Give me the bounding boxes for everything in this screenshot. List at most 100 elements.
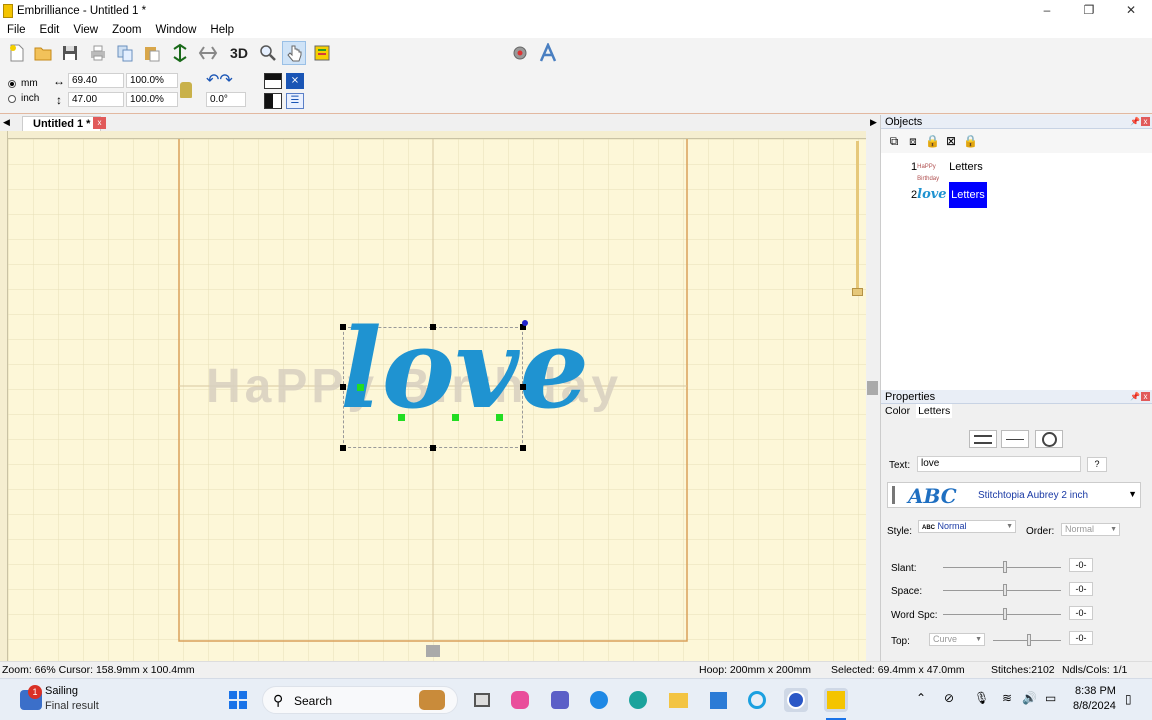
start-button[interactable] — [226, 688, 250, 712]
app-button-blue[interactable] — [587, 688, 611, 712]
style-select[interactable]: ABC Normal ▼ — [918, 520, 1016, 533]
design-canvas[interactable]: HaPPy Birthday love — [0, 131, 866, 661]
help-button[interactable]: ? — [1087, 457, 1107, 472]
lettering-button[interactable] — [536, 41, 560, 65]
mirror-horizontal-button[interactable] — [196, 41, 220, 65]
store-button[interactable] — [706, 688, 730, 712]
height-percent-input[interactable]: 100.0% — [126, 92, 178, 107]
align-top-button[interactable] — [264, 73, 282, 89]
mm-radio[interactable] — [8, 79, 16, 88]
word-spacing-value[interactable]: -0- — [1069, 606, 1093, 620]
pin-icon[interactable]: 📌 — [1130, 392, 1140, 401]
rotate-arrows-icon[interactable]: ↶↷ — [206, 72, 246, 90]
clock-date[interactable]: 8/8/2024 — [1073, 700, 1116, 712]
text-input[interactable]: love — [917, 456, 1081, 472]
baseline-straight-button[interactable] — [969, 430, 997, 448]
task-view-button[interactable] — [470, 688, 494, 712]
minimize-button[interactable]: – — [1026, 0, 1068, 21]
aspect-lock-icon[interactable] — [180, 82, 192, 98]
top-slider-knob[interactable] — [1027, 634, 1031, 646]
width-percent-input[interactable]: 100.0% — [126, 73, 178, 88]
menu-edit[interactable]: Edit — [33, 24, 67, 36]
battery-icon[interactable]: ▭ — [1045, 691, 1056, 705]
microphone-icon[interactable]: 🎙 — [974, 691, 989, 705]
widget-title[interactable]: Sailing — [45, 685, 78, 697]
pin-icon[interactable]: 📌 — [1130, 117, 1140, 126]
taskbar-search[interactable]: ⚲ Search — [262, 686, 458, 714]
weather-widget-icon[interactable]: 1 — [20, 685, 42, 710]
resize-handle[interactable] — [520, 445, 526, 451]
design-text-love[interactable]: love — [340, 314, 589, 424]
word-spacing-slider[interactable] — [943, 614, 1061, 615]
copy-button[interactable] — [113, 41, 137, 65]
space-slider-knob[interactable] — [1003, 584, 1007, 596]
space-value[interactable]: -0- — [1069, 582, 1093, 596]
lock-all-icon[interactable]: 🔒 — [963, 134, 978, 148]
bead-tool-button[interactable] — [508, 41, 532, 65]
group-icon[interactable]: ⧉ — [887, 134, 901, 148]
align-left-button[interactable] — [264, 93, 282, 109]
resize-handle[interactable] — [340, 384, 346, 390]
tab-scroll-right-icon[interactable]: ▶ — [870, 117, 877, 128]
tab-color[interactable]: Color — [885, 404, 910, 418]
resize-handle[interactable] — [520, 384, 526, 390]
slant-slider-knob[interactable] — [1003, 561, 1007, 573]
rotate-handle[interactable] — [522, 320, 528, 326]
slant-value[interactable]: -0- — [1069, 558, 1093, 572]
delete-icon[interactable]: ⊠ — [944, 134, 958, 148]
object-item-2[interactable]: 2 love Letters — [911, 182, 987, 208]
top-value[interactable]: -0- — [1069, 631, 1093, 645]
vertical-scroll-thumb[interactable] — [867, 381, 878, 395]
print-button[interactable] — [86, 41, 110, 65]
tab-scroll-left-icon[interactable]: ◀ — [3, 117, 10, 128]
properties-list-button[interactable]: ☰ — [286, 93, 304, 109]
menu-zoom[interactable]: Zoom — [105, 24, 148, 36]
close-tab-button[interactable]: x — [93, 117, 106, 129]
height-input[interactable]: 47.00 — [68, 92, 124, 107]
widget-subtitle[interactable]: Final result — [45, 700, 99, 712]
wifi-icon[interactable]: ≋ — [1002, 691, 1012, 705]
font-selector[interactable]: ABC Stitchtopia Aubrey 2 inch ▼ — [887, 482, 1141, 508]
file-explorer-button[interactable] — [666, 688, 690, 712]
teams-button[interactable] — [548, 688, 572, 712]
letter-handle[interactable] — [496, 414, 503, 421]
open-button[interactable] — [31, 41, 55, 65]
mirror-vertical-button[interactable] — [168, 41, 192, 65]
rotation-input[interactable]: 0.0° — [206, 92, 246, 107]
unit-mm-option[interactable]: mm — [8, 78, 38, 89]
paste-button[interactable] — [140, 41, 164, 65]
copilot-button[interactable] — [508, 688, 532, 712]
ungroup-icon[interactable]: ⧈ — [906, 134, 920, 148]
embrilliance-button[interactable] — [824, 688, 848, 712]
panel-close-icon[interactable]: x — [1141, 392, 1150, 401]
menu-file[interactable]: File — [0, 24, 33, 36]
hoop-slider-knob[interactable] — [852, 288, 863, 296]
menu-window[interactable]: Window — [148, 24, 203, 36]
tab-untitled-1[interactable]: Untitled 1 * — [22, 116, 102, 131]
volume-icon[interactable]: 🔊 — [1022, 691, 1037, 705]
cortana-button[interactable] — [745, 688, 769, 712]
baseline-circle-button[interactable] — [1035, 430, 1063, 448]
network-off-icon[interactable]: ⊘ — [944, 691, 954, 705]
inch-radio[interactable] — [8, 94, 16, 103]
menu-view[interactable]: View — [66, 24, 105, 36]
stitch-list-button[interactable] — [310, 41, 334, 65]
chevron-up-icon[interactable]: ⌃ — [916, 691, 926, 705]
resize-handle[interactable] — [340, 324, 346, 330]
space-slider[interactable] — [943, 590, 1061, 591]
notification-icon[interactable]: ▯ — [1125, 692, 1132, 706]
tab-letters[interactable]: Letters — [916, 404, 953, 418]
3d-view-button[interactable]: 3D — [227, 41, 251, 65]
panel-close-icon[interactable]: x — [1141, 117, 1150, 126]
unit-inch-option[interactable]: inch — [8, 93, 39, 104]
center-in-hoop-button[interactable]: ⨯ — [286, 73, 304, 89]
top-curve-select[interactable]: Curve ▼ — [929, 633, 985, 646]
clock-time[interactable]: 8:38 PM — [1075, 685, 1116, 697]
new-file-button[interactable] — [5, 41, 29, 65]
maximize-button[interactable]: ❐ — [1068, 0, 1110, 21]
horizontal-scroll-thumb[interactable] — [426, 645, 440, 657]
zoom-button[interactable] — [256, 41, 280, 65]
resize-handle[interactable] — [430, 445, 436, 451]
width-input[interactable]: 69.40 — [68, 73, 124, 88]
save-button[interactable] — [58, 41, 82, 65]
